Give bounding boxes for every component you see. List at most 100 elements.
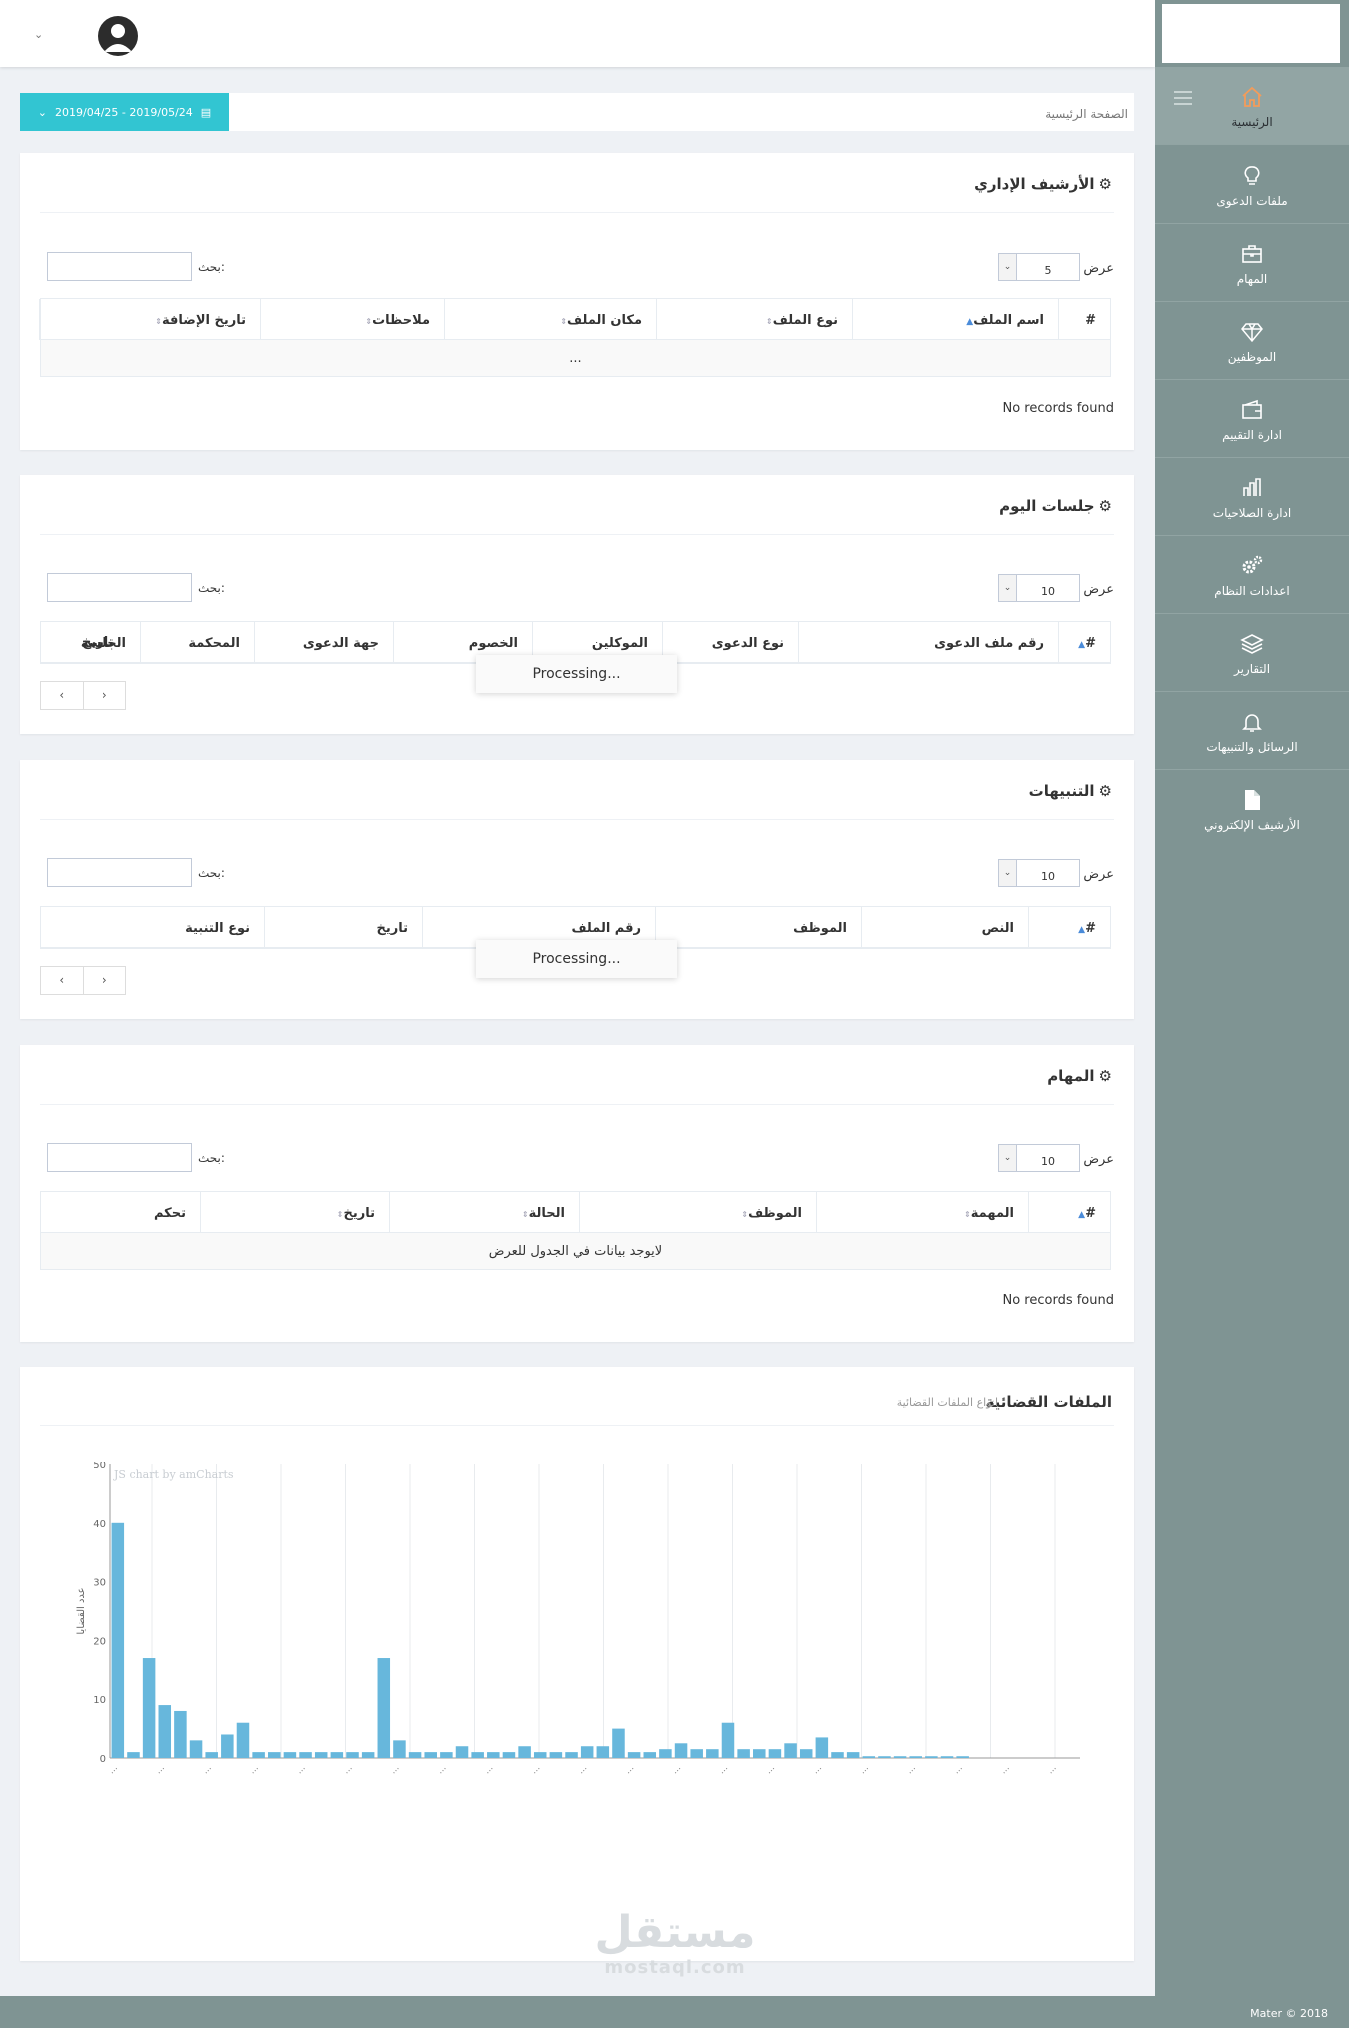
column-header[interactable]: الموظف xyxy=(655,907,861,948)
search-label: بحث: xyxy=(198,866,225,880)
wallet-icon xyxy=(1242,399,1262,419)
next-page-button[interactable]: › xyxy=(84,682,126,709)
column-header[interactable]: تاريخ xyxy=(82,635,114,650)
x-tick-label: ... xyxy=(388,1763,401,1776)
column-header[interactable]: النص xyxy=(861,907,1028,948)
search-label: بحث: xyxy=(198,260,225,274)
column-header[interactable]: رقم ملف الدعوى xyxy=(798,622,1058,663)
sessions-title: جلسات اليوم ⚙ xyxy=(999,497,1112,515)
column-header[interactable]: نوع التنبية xyxy=(39,907,264,948)
x-tick-label: ... xyxy=(201,1763,214,1776)
breadcrumb-home[interactable]: الصفحة الرئيسية xyxy=(1045,107,1128,121)
sidebar-item-permissions[interactable]: ادارة الصلاحيات xyxy=(1155,458,1349,536)
chart-bar xyxy=(487,1752,500,1758)
column-header[interactable]: جهة الدعوى xyxy=(254,622,393,663)
page-length-select[interactable]: ⌄ 5 xyxy=(998,253,1080,281)
archive-table: # ▲اسم الملف ⇕نوع الملف ⇕مكان الملف ⇕ملا… xyxy=(39,298,1111,377)
divider xyxy=(40,819,1114,820)
table-row: لايوجد بيانات في الجدول للعرض xyxy=(41,1233,1110,1269)
x-tick-label: ... xyxy=(623,1763,636,1776)
chart-bar xyxy=(815,1737,829,1758)
sidebar-item-evaluation[interactable]: ادارة التقييم xyxy=(1155,380,1349,458)
prev-page-button[interactable]: ‹ xyxy=(41,967,84,994)
search-input[interactable] xyxy=(47,858,192,887)
logo[interactable] xyxy=(1162,4,1340,63)
copyright-text: Mater © 2018 xyxy=(1250,2007,1328,2020)
divider xyxy=(40,534,1114,535)
search-input[interactable] xyxy=(47,573,192,602)
chart-bar xyxy=(221,1734,234,1758)
chart-bar xyxy=(518,1746,531,1758)
tasks-table: ▲# ⇕المهمة ⇕الموظف ⇕الحالة ⇕تاريخ تحكم ل… xyxy=(40,1191,1111,1270)
y-tick-label: 20 xyxy=(93,1636,106,1647)
chart-bar xyxy=(393,1740,406,1758)
page-length-select[interactable]: ⌄ 10 xyxy=(998,1144,1080,1172)
sidebar-item-label: الرئيسية xyxy=(1231,115,1273,129)
chevron-down-icon[interactable]: ⌄ xyxy=(34,28,43,41)
sidebar-item-e-archive[interactable]: الأرشيف الإلكتروني xyxy=(1155,770,1349,848)
date-range-picker[interactable]: ⌄ 2019/04/25 - 2019/05/24 ▤ xyxy=(20,93,229,131)
sidebar-item-messages[interactable]: الرسائل والتنبيهات xyxy=(1155,692,1349,770)
chevron-down-icon: ⌄ xyxy=(999,860,1017,886)
chart-bar xyxy=(690,1749,703,1758)
chart-bar xyxy=(831,1752,844,1758)
column-header[interactable]: ⇕الحالة xyxy=(389,1192,579,1233)
sidebar-item-case-files[interactable]: ملفات الدعوى xyxy=(1155,146,1349,224)
column-header[interactable]: ⇕الموظف xyxy=(579,1192,816,1233)
tasks-title: المهام ⚙ xyxy=(1047,1067,1112,1085)
column-header[interactable]: ⇕تاريخ xyxy=(200,1192,389,1233)
chart-bar xyxy=(862,1756,876,1758)
column-header[interactable]: ⇕ملاحظات xyxy=(260,299,444,340)
menu-toggle-icon[interactable] xyxy=(1174,91,1192,105)
chart-bar xyxy=(236,1722,250,1758)
y-tick-label: 0 xyxy=(100,1754,106,1765)
column-header[interactable]: # xyxy=(1058,299,1110,340)
column-header[interactable]: نوع الدعوى xyxy=(662,622,798,663)
column-header[interactable]: ▲# xyxy=(1028,907,1110,948)
chart-bar xyxy=(111,1522,125,1758)
sidebar-item-employees[interactable]: الموظفين xyxy=(1155,302,1349,380)
prev-page-button[interactable]: ‹ xyxy=(41,682,84,709)
column-header[interactable]: ⇕المهمة xyxy=(816,1192,1028,1233)
bar-chart-icon xyxy=(1243,478,1261,496)
column-header[interactable]: ▲# xyxy=(1058,622,1110,663)
sidebar-item-settings[interactable]: اعدادات النظام xyxy=(1155,536,1349,614)
x-tick-label: ... xyxy=(435,1763,448,1776)
chevron-down-icon: ⌄ xyxy=(37,105,48,119)
divider xyxy=(40,212,1114,213)
column-header[interactable]: المحكمة xyxy=(140,622,254,663)
sidebar-item-label: الموظفين xyxy=(1227,350,1277,364)
chart-bar xyxy=(361,1752,375,1758)
sidebar-item-reports[interactable]: التقارير xyxy=(1155,614,1349,692)
sidebar-item-tasks[interactable]: المهام xyxy=(1155,224,1349,302)
column-header[interactable]: ⇕نوع الملف xyxy=(656,299,852,340)
chart-bar xyxy=(174,1710,187,1758)
chart-bar xyxy=(909,1756,922,1758)
chart-bar xyxy=(659,1749,672,1758)
search-input[interactable] xyxy=(47,1143,192,1172)
x-tick-label: ... xyxy=(482,1763,495,1776)
search-input[interactable] xyxy=(47,252,192,281)
x-tick-label: ... xyxy=(764,1763,777,1776)
chart-bar xyxy=(346,1752,359,1758)
column-header[interactable]: تاريخ xyxy=(264,907,422,948)
gear-icon: ⚙ xyxy=(1098,497,1112,515)
column-header[interactable]: ▲اسم الملف xyxy=(852,299,1058,340)
chevron-down-icon: ⌄ xyxy=(999,575,1017,601)
next-page-button[interactable]: › xyxy=(84,967,126,994)
column-header[interactable]: ⇕تاريخ الإضافة xyxy=(39,299,260,340)
chart-bar xyxy=(580,1746,594,1758)
column-header[interactable]: ▲# xyxy=(1028,1192,1110,1233)
chart-bar xyxy=(768,1749,782,1758)
user-avatar[interactable] xyxy=(98,16,138,56)
column-header[interactable]: ⇕مكان الملف xyxy=(444,299,656,340)
page-length-select[interactable]: ⌄ 10 xyxy=(998,859,1080,887)
column-header[interactable]: تحكم xyxy=(39,1192,200,1233)
bar-chart: 0 10 20 30 40 50 عدد القضايا JS chart by amChar… xyxy=(76,1462,1080,1776)
x-tick-label: ... xyxy=(1046,1763,1059,1776)
x-tick-label: ... xyxy=(529,1763,542,1776)
page-length-select[interactable]: ⌄ 10 xyxy=(998,574,1080,602)
sidebar-item-home[interactable]: الرئيسية xyxy=(1155,67,1349,145)
chart-panel-subtitle: انواع الملفات القضائية xyxy=(896,1396,998,1409)
x-tick-label: ... xyxy=(341,1763,354,1776)
